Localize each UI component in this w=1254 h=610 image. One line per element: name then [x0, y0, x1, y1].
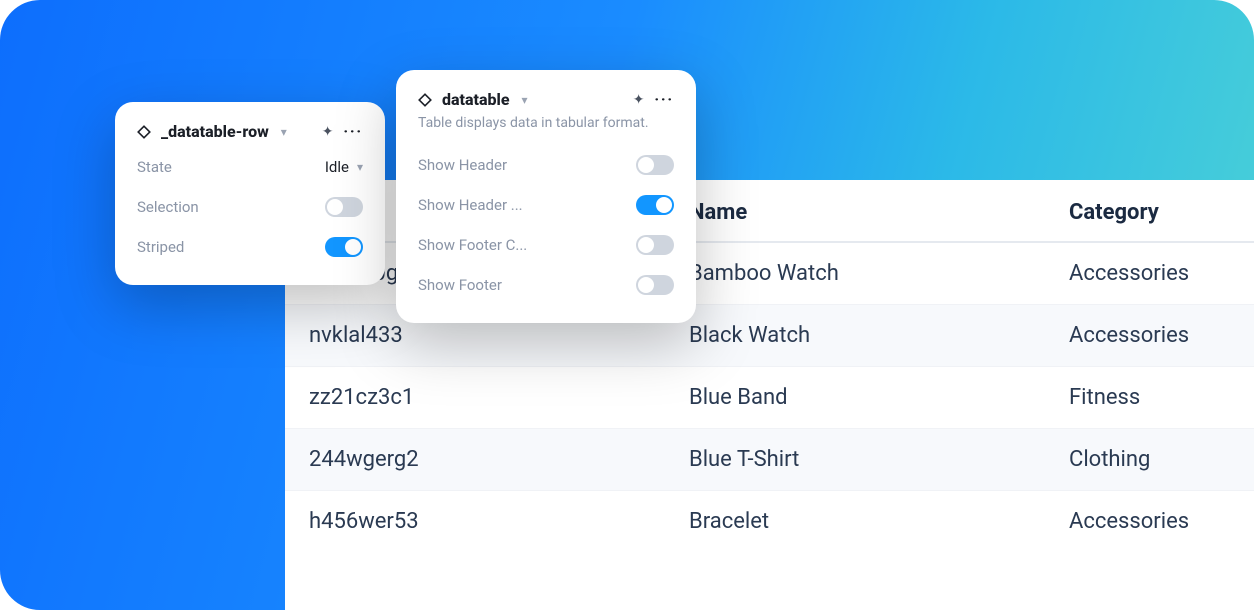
component-icon: [137, 125, 151, 139]
prop-show-footer: Show Footer: [418, 265, 674, 305]
cell-name: Black Watch: [689, 323, 1069, 348]
variants-icon[interactable]: ✦: [633, 92, 645, 108]
chevron-down-icon: ▾: [357, 160, 363, 174]
state-value: Idle: [325, 158, 349, 176]
toggle-knob: [345, 239, 361, 255]
cell-category: Accessories: [1069, 509, 1189, 534]
striped-toggle[interactable]: [325, 237, 363, 257]
cell-category: Fitness: [1069, 385, 1140, 410]
show-header-controls-toggle[interactable]: [636, 195, 674, 215]
col-header-category[interactable]: Category: [1069, 200, 1159, 225]
prop-selection: Selection: [137, 187, 363, 227]
more-icon[interactable]: ···: [655, 92, 675, 108]
toggle-knob: [327, 199, 343, 215]
panel-header: datatable ▾ ✦ ···: [418, 90, 674, 109]
component-icon: [418, 93, 432, 107]
state-select[interactable]: Idle ▾: [325, 158, 363, 176]
cell-code: zz21cz3c1: [309, 385, 689, 410]
cell-code: h456wer53: [309, 509, 689, 534]
more-icon[interactable]: ···: [344, 124, 364, 140]
panel-title[interactable]: _datatable-row: [161, 122, 269, 141]
prop-label: Striped: [137, 238, 184, 256]
prop-label: State: [137, 158, 172, 176]
prop-show-header-trunc: Show Header ...: [418, 185, 674, 225]
col-header-name[interactable]: Name: [689, 200, 1069, 225]
show-footer-controls-toggle[interactable]: [636, 235, 674, 255]
cell-name: Blue T-Shirt: [689, 447, 1069, 472]
cell-name: Bracelet: [689, 509, 1069, 534]
prop-striped: Striped: [137, 227, 363, 267]
table-row[interactable]: zz21cz3c1 Blue Band Fitness: [285, 366, 1254, 428]
toggle-knob: [638, 237, 654, 253]
toggle-knob: [656, 197, 672, 213]
selection-toggle[interactable]: [325, 197, 363, 217]
cell-category: Clothing: [1069, 447, 1150, 472]
variants-icon[interactable]: ✦: [322, 124, 334, 140]
panel-title[interactable]: datatable: [442, 90, 510, 109]
cell-name: Blue Band: [689, 385, 1069, 410]
cell-code: 244wgerg2: [309, 447, 689, 472]
cell-category: Accessories: [1069, 323, 1189, 348]
toggle-knob: [638, 277, 654, 293]
cell-name: Bamboo Watch: [689, 261, 1069, 286]
chevron-down-icon[interactable]: ▾: [522, 93, 528, 107]
cell-code: nvklal433: [309, 323, 689, 348]
table-row[interactable]: h456wer53 Bracelet Accessories: [285, 490, 1254, 552]
show-footer-toggle[interactable]: [636, 275, 674, 295]
prop-label: Show Header: [418, 156, 507, 174]
panel-subtitle: Table displays data in tabular format.: [418, 115, 674, 131]
show-header-toggle[interactable]: [636, 155, 674, 175]
cell-category: Accessories: [1069, 261, 1189, 286]
properties-panel-row: _datatable-row ▾ ✦ ··· State Idle ▾ Sele…: [115, 102, 385, 285]
chevron-down-icon[interactable]: ▾: [281, 125, 287, 139]
prop-label: Show Footer: [418, 276, 502, 294]
panel-header: _datatable-row ▾ ✦ ···: [137, 122, 363, 141]
prop-show-footer-c: Show Footer C...: [418, 225, 674, 265]
prop-state: State Idle ▾: [137, 147, 363, 187]
properties-panel-table: datatable ▾ ✦ ··· Table displays data in…: [396, 70, 696, 323]
toggle-knob: [638, 157, 654, 173]
prop-show-header: Show Header: [418, 145, 674, 185]
prop-label: Show Footer C...: [418, 236, 527, 254]
table-row[interactable]: 244wgerg2 Blue T-Shirt Clothing: [285, 428, 1254, 490]
prop-label: Show Header ...: [418, 196, 523, 214]
prop-label: Selection: [137, 198, 199, 216]
